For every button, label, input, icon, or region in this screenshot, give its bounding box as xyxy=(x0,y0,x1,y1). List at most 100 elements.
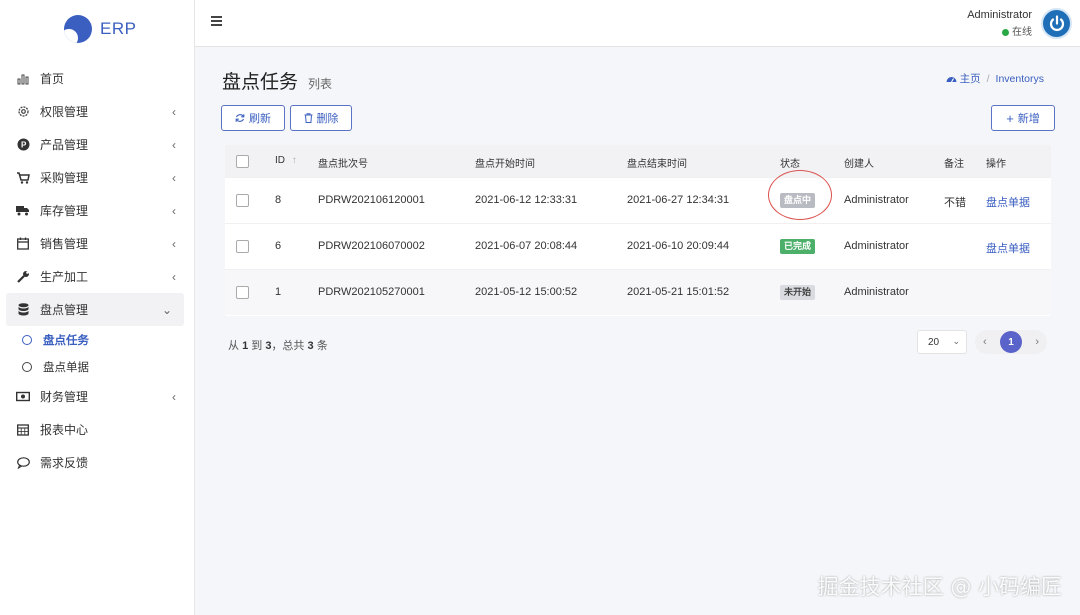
truck-icon xyxy=(16,204,30,218)
brand-name: ERP xyxy=(100,19,137,38)
page-subtitle: 列表 xyxy=(308,77,333,91)
sidebar-item-feedback[interactable]: 需求反馈 xyxy=(0,446,194,479)
breadcrumb-separator: / xyxy=(986,72,990,85)
sidebar-item-label: 首页 xyxy=(40,72,65,86)
row-checkbox[interactable] xyxy=(236,240,249,253)
sidebar-item-purchase[interactable]: 采购管理 ‹ xyxy=(0,161,194,194)
table-header: ID ↑ 盘点批次号 盘点开始时间 盘点结束时间 状态 创建人 备注 操作 xyxy=(225,145,1051,177)
sidebar-subitem-stocktake-task[interactable]: 盘点任务 xyxy=(0,326,194,353)
pagination-summary: 从 1 到 3，总共 3 条 xyxy=(228,337,328,353)
menu-toggle-icon[interactable] xyxy=(211,16,222,26)
sidebar: ERP 首页 权限管理 ‹ P 产品管理 ‹ 采购管理 ‹ 库存管理 ‹ 销售管… xyxy=(0,0,195,615)
cell-start-time: 2021-05-12 15:00:52 xyxy=(475,286,578,298)
breadcrumb-current: Inventorys xyxy=(995,72,1044,85)
col-header-id[interactable]: ID ↑ xyxy=(275,155,297,166)
cell-end-time: 2021-06-10 20:09:44 xyxy=(627,240,730,252)
stocktake-table: ID ↑ 盘点批次号 盘点开始时间 盘点结束时间 状态 创建人 备注 操作 8 … xyxy=(225,145,1051,316)
stocktake-docs-link[interactable]: 盘点单据 xyxy=(986,194,1030,210)
cell-batch-no: PDRW202106070002 xyxy=(318,240,425,252)
delete-button[interactable]: 删除 xyxy=(290,105,352,131)
sidebar-item-label: 财务管理 xyxy=(40,390,89,404)
trash-icon xyxy=(304,113,312,123)
sidebar-item-products[interactable]: P 产品管理 ‹ xyxy=(0,128,194,161)
summary-from-label: 从 xyxy=(228,340,239,352)
sidebar-item-label: 库存管理 xyxy=(40,204,89,218)
breadcrumb: 主页 / Inventorys xyxy=(946,71,1044,86)
gear-icon xyxy=(16,105,30,119)
cell-creator: Administrator xyxy=(844,286,909,298)
sidebar-item-production[interactable]: 生产加工 ‹ xyxy=(0,260,194,293)
prev-page-icon[interactable]: ‹ xyxy=(983,336,987,348)
status-badge: 未开始 xyxy=(780,285,816,300)
col-header-batch-no: 盘点批次号 xyxy=(318,159,368,170)
online-dot-icon xyxy=(1002,28,1009,36)
col-header-status: 状态 xyxy=(780,159,800,170)
sidebar-item-label: 销售管理 xyxy=(40,237,89,251)
cell-batch-no: PDRW202106120001 xyxy=(318,194,425,206)
brand[interactable]: ERP xyxy=(0,0,194,58)
sidebar-item-finance[interactable]: 财务管理 ‹ xyxy=(0,380,194,413)
cell-id: 1 xyxy=(275,286,282,298)
breadcrumb-home[interactable]: 主页 xyxy=(946,71,981,86)
sidebar-item-permissions[interactable]: 权限管理 ‹ xyxy=(0,95,194,128)
user-name: Administrator xyxy=(967,9,1032,21)
page-title: 盘点任务 xyxy=(222,72,299,93)
row-checkbox[interactable] xyxy=(236,194,249,207)
row-checkbox[interactable] xyxy=(236,286,249,299)
summary-from: 1 xyxy=(242,340,249,352)
user-status: 在线 xyxy=(967,23,1032,38)
cell-id: 6 xyxy=(275,240,282,252)
topbar: Administrator 在线 xyxy=(195,0,1080,47)
refresh-label: 刷新 xyxy=(249,113,271,125)
chevron-left-icon: ‹ xyxy=(172,170,176,185)
chevron-left-icon: ‹ xyxy=(172,236,176,251)
page-size-select[interactable]: 20 ⌄ xyxy=(917,330,967,354)
main-content: 盘点任务 列表 主页 / Inventorys 刷新 删除 + 新增 ID ↑ … xyxy=(195,47,1080,615)
svg-text:P: P xyxy=(21,141,27,150)
cell-end-time: 2021-06-27 12:34:31 xyxy=(627,194,730,206)
calendar-grid-icon xyxy=(16,423,30,437)
page-number-current[interactable]: 1 xyxy=(1000,331,1022,353)
sidebar-subitem-stocktake-docs[interactable]: 盘点单据 xyxy=(0,353,194,380)
sidebar-item-home[interactable]: 首页 xyxy=(0,62,194,95)
select-all-checkbox[interactable] xyxy=(236,155,249,168)
user-menu[interactable]: Administrator 在线 xyxy=(967,9,1032,38)
sidebar-nav: 首页 权限管理 ‹ P 产品管理 ‹ 采购管理 ‹ 库存管理 ‹ 销售管理 ‹ … xyxy=(0,62,194,479)
highlight-circle xyxy=(768,170,832,220)
calendar-icon xyxy=(16,237,30,251)
chevron-down-icon: ⌄ xyxy=(952,336,960,346)
page-header: 盘点任务 列表 xyxy=(222,67,332,94)
next-page-icon[interactable]: › xyxy=(1035,336,1039,348)
col-header-id-label: ID xyxy=(275,155,285,166)
table-row: 6 PDRW202106070002 2021-06-07 20:08:44 2… xyxy=(225,223,1051,269)
plus-icon: + xyxy=(1006,110,1014,126)
add-label: 新增 xyxy=(1017,113,1040,125)
sidebar-item-label: 产品管理 xyxy=(40,138,89,152)
sidebar-item-label: 生产加工 xyxy=(40,270,89,284)
circle-icon xyxy=(22,361,32,372)
table-row: 8 PDRW202106120001 2021-06-12 12:33:31 2… xyxy=(225,170,1051,223)
refresh-button[interactable]: 刷新 xyxy=(221,105,285,131)
summary-to-label: 到 xyxy=(251,340,263,352)
sidebar-subitem-label: 盘点任务 xyxy=(43,334,89,347)
dashboard-icon xyxy=(946,77,957,83)
breadcrumb-home-label: 主页 xyxy=(959,73,981,85)
chevron-left-icon: ‹ xyxy=(172,389,176,404)
refresh-icon xyxy=(235,114,245,122)
avatar[interactable] xyxy=(1041,8,1072,39)
col-header-remark: 备注 xyxy=(944,159,964,170)
cell-end-time: 2021-05-21 15:01:52 xyxy=(627,286,730,298)
watermark: 掘金技术社区 @ 小码编匠 xyxy=(817,575,1062,599)
sidebar-item-label: 盘点管理 xyxy=(40,303,89,317)
summary-total: 3 xyxy=(307,340,314,352)
sidebar-item-sales[interactable]: 销售管理 ‹ xyxy=(0,227,194,260)
sidebar-item-stocktake[interactable]: 盘点管理 ⌄ xyxy=(6,293,184,326)
sidebar-item-reports[interactable]: 报表中心 xyxy=(0,413,194,446)
user-status-text: 在线 xyxy=(1012,27,1032,38)
cell-remark: 不错 xyxy=(944,197,966,209)
sidebar-item-inventory[interactable]: 库存管理 ‹ xyxy=(0,194,194,227)
comment-icon xyxy=(16,456,30,470)
stocktake-docs-link[interactable]: 盘点单据 xyxy=(986,240,1030,256)
chevron-left-icon: ‹ xyxy=(172,269,176,284)
add-button[interactable]: + 新增 xyxy=(991,105,1055,131)
